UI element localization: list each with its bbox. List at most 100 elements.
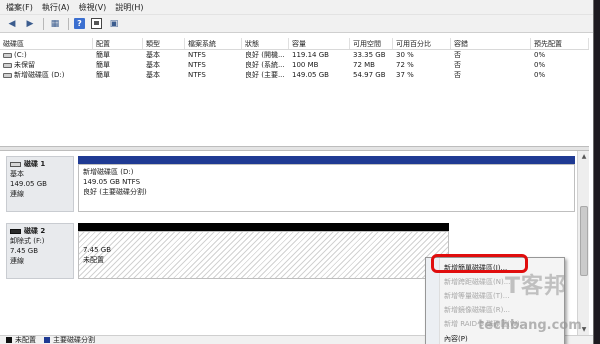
column-header-volume[interactable]: 磁碟區 — [0, 38, 93, 49]
disk-1-status: 連線 — [10, 190, 24, 198]
toolbar: ◀ ▶ ▦ ? ▣ — [0, 15, 593, 33]
disk-icon — [10, 161, 21, 167]
capacity-cell: 149.05 GB — [292, 71, 329, 79]
partition-d[interactable]: 新增磁碟區 (D:) 149.05 GB NTFS 良好 (主要磁碟分割) — [78, 164, 575, 212]
disk-1-size: 149.05 GB — [10, 180, 47, 188]
menu-help[interactable]: 說明(H) — [115, 0, 143, 15]
drive-icon — [3, 72, 12, 78]
layout-cell: 簡單 — [96, 61, 110, 69]
menu-item-new-spanned-volume: 新增跨距磁碟區(N)... — [444, 278, 511, 286]
volume-name: 未保留 — [14, 61, 35, 69]
percent-free-cell: 37 % — [396, 71, 414, 79]
fault-tolerance-cell: 否 — [454, 71, 461, 79]
vertical-scrollbar[interactable]: ▲ ▼ — [577, 151, 589, 335]
column-header-percent-free[interactable]: 可用百分比 — [393, 38, 451, 49]
filesystem-cell: NTFS — [188, 71, 206, 79]
refresh-icon[interactable]: ▣ — [108, 18, 120, 30]
drive-icon — [3, 52, 12, 58]
volume-name: (C:) — [14, 51, 27, 59]
back-arrow-icon[interactable]: ◀ — [6, 18, 18, 30]
properties-icon[interactable] — [91, 18, 102, 29]
overhead-cell: 0% — [534, 61, 546, 69]
filesystem-cell: NTFS — [188, 61, 206, 69]
column-header-capacity[interactable]: 容量 — [289, 38, 350, 49]
partition-bar-primary — [78, 156, 575, 164]
column-header-overhead[interactable]: 預先配置 — [531, 38, 589, 49]
menu-bar: 檔案(F) 執行(A) 檢視(V) 說明(H) — [0, 0, 593, 15]
scroll-thumb[interactable] — [580, 206, 588, 276]
free-space-cell: 33.35 GB — [353, 51, 386, 59]
disk-1-name: 磁碟 1 — [24, 160, 46, 168]
column-header-free-space[interactable]: 可用空間 — [350, 38, 393, 49]
fault-tolerance-cell: 否 — [454, 51, 461, 59]
free-space-cell: 72 MB — [353, 61, 375, 69]
layout-cell: 簡單 — [96, 71, 110, 79]
table-row[interactable]: 未保留 簡單 基本 NTFS 良好 (系統... 100 MB 72 MB 72… — [0, 60, 589, 70]
disk-1-type: 基本 — [10, 170, 24, 178]
fault-tolerance-cell: 否 — [454, 61, 461, 69]
table-row[interactable]: 新增磁碟區 (D:) 簡單 基本 NTFS 良好 (主要... 149.05 G… — [0, 70, 589, 80]
status-cell: 良好 (系統... — [245, 61, 285, 69]
toolbar-separator — [68, 17, 69, 30]
partition-d-detail: 149.05 GB NTFS — [83, 178, 141, 186]
watermark-url: techbang.com — [478, 318, 582, 333]
volume-table-header: 磁碟區 配置 類型 檔案系統 狀態 容量 可用空間 可用百分比 容錯 預先配置 — [0, 38, 589, 50]
drive-icon — [3, 62, 12, 68]
disk-2-status: 連線 — [10, 257, 24, 265]
watermark-brand: T客邦 — [505, 274, 568, 299]
legend-primary-swatch — [44, 337, 50, 343]
toolbar-separator — [43, 17, 44, 30]
legend-primary-label: 主要磁碟分割 — [53, 335, 95, 344]
capacity-cell: 119.14 GB — [292, 51, 329, 59]
disk-2-name: 磁碟 2 — [24, 227, 46, 235]
legend-unallocated-swatch — [6, 337, 12, 343]
disk-management-window: 檔案(F) 執行(A) 檢視(V) 說明(H) ◀ ▶ ▦ ? ▣ 磁碟區 配置… — [0, 0, 594, 344]
overhead-cell: 0% — [534, 51, 546, 59]
volume-name-cell: 新增磁碟區 (D:) — [0, 70, 93, 80]
layout-cell: 簡單 — [96, 51, 110, 59]
menu-item-new-mirrored-volume: 新增鏡像磁碟區(R)... — [444, 306, 511, 314]
disk-2-size: 7.45 GB — [10, 247, 39, 255]
column-header-filesystem[interactable]: 檔案系統 — [185, 38, 242, 49]
unallocated-status: 未配置 — [83, 256, 104, 264]
status-cell: 良好 (開機... — [245, 51, 285, 59]
scroll-up-icon[interactable]: ▲ — [578, 151, 590, 162]
volume-table: 磁碟區 配置 類型 檔案系統 狀態 容量 可用空間 可用百分比 容錯 預先配置 … — [0, 38, 589, 80]
column-header-fault-tolerance[interactable]: 容錯 — [451, 38, 531, 49]
column-header-type[interactable]: 類型 — [143, 38, 185, 49]
type-cell: 基本 — [146, 61, 160, 69]
legend-unallocated-label: 未配置 — [15, 335, 36, 344]
help-icon[interactable]: ? — [74, 18, 85, 29]
partition-d-status: 良好 (主要磁碟分割) — [83, 188, 147, 196]
removable-disk-icon — [10, 228, 21, 234]
unallocated-space[interactable]: 7.45 GB 未配置 — [78, 231, 449, 279]
disk-1-label[interactable]: 磁碟 1 基本 149.05 GB 連線 — [6, 156, 74, 212]
menu-file[interactable]: 檔案(F) — [6, 0, 33, 15]
volume-name-cell: (C:) — [0, 50, 93, 60]
column-header-layout[interactable]: 配置 — [93, 38, 143, 49]
partition-bar-unallocated — [78, 223, 449, 231]
type-cell: 基本 — [146, 71, 160, 79]
view-icon[interactable]: ▦ — [49, 18, 61, 30]
volume-name-cell: 未保留 — [0, 60, 93, 70]
column-header-status[interactable]: 狀態 — [242, 38, 289, 49]
forward-arrow-icon[interactable]: ▶ — [24, 18, 36, 30]
screen-border — [594, 0, 600, 344]
table-row[interactable]: (C:) 簡單 基本 NTFS 良好 (開機... 119.14 GB 33.3… — [0, 50, 589, 60]
partition-d-title: 新增磁碟區 (D:) — [83, 168, 134, 176]
free-space-cell: 54.97 GB — [353, 71, 386, 79]
menu-action[interactable]: 執行(A) — [42, 0, 70, 15]
volume-name: 新增磁碟區 (D:) — [14, 71, 65, 79]
percent-free-cell: 30 % — [396, 51, 414, 59]
status-cell: 良好 (主要... — [245, 71, 285, 79]
filesystem-cell: NTFS — [188, 51, 206, 59]
capacity-cell: 100 MB — [292, 61, 319, 69]
percent-free-cell: 72 % — [396, 61, 414, 69]
disk-2-type: 卸除式 (F:) — [10, 237, 45, 245]
menu-item-properties[interactable]: 內容(P) — [444, 334, 468, 344]
menu-item-new-striped-volume: 新增等量磁碟區(T)... — [444, 292, 510, 300]
type-cell: 基本 — [146, 51, 160, 59]
menu-view[interactable]: 檢視(V) — [79, 0, 107, 15]
overhead-cell: 0% — [534, 71, 546, 79]
disk-2-label[interactable]: 磁碟 2 卸除式 (F:) 7.45 GB 連線 — [6, 223, 74, 279]
